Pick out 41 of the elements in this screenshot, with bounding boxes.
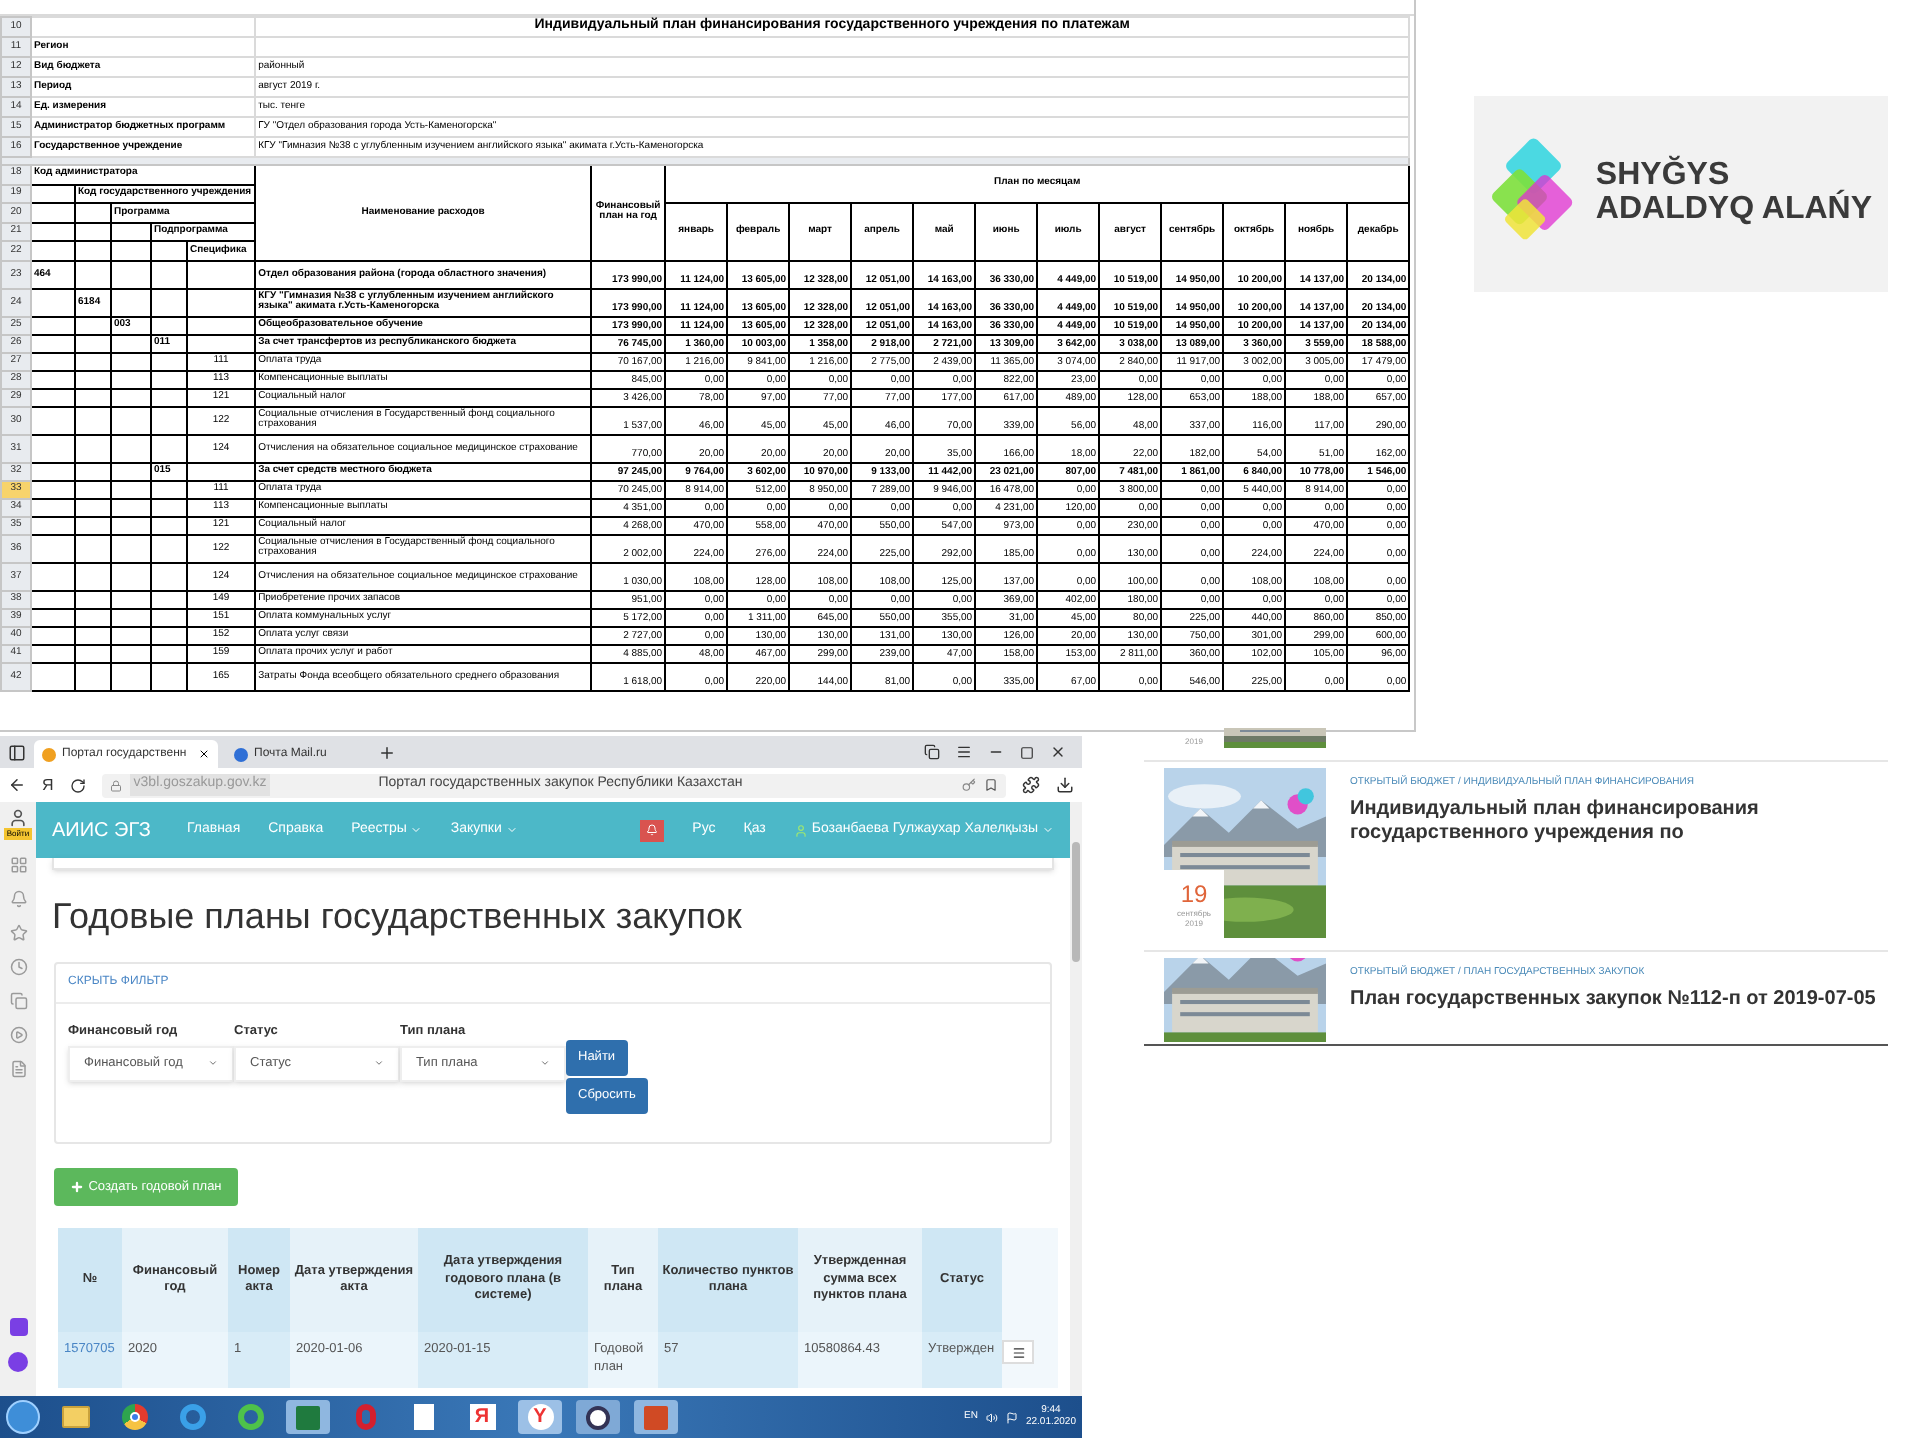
volume-icon[interactable] xyxy=(985,1411,998,1423)
maximize-icon[interactable] xyxy=(1020,745,1034,759)
menu-icon xyxy=(1011,1345,1025,1359)
date-day: 19 xyxy=(1180,881,1208,905)
caret-icon xyxy=(1042,824,1054,836)
close-icon[interactable] xyxy=(1050,744,1066,760)
logo-text: ADALDYQ ALAŃY xyxy=(1595,194,1872,228)
copy-icon[interactable] xyxy=(924,744,940,760)
scrollbar[interactable] xyxy=(1070,802,1082,1396)
caret-icon xyxy=(374,1058,384,1069)
start-button[interactable] xyxy=(6,1400,40,1434)
flag-icon[interactable] xyxy=(1005,1411,1018,1423)
menu-icon[interactable] xyxy=(956,744,972,760)
extension-icon[interactable] xyxy=(1022,776,1040,794)
caret-icon xyxy=(208,1058,218,1069)
star-icon[interactable] xyxy=(9,924,27,942)
lock-icon xyxy=(109,779,122,791)
new-tab-icon[interactable] xyxy=(378,743,396,761)
reload-icon[interactable] xyxy=(69,777,86,793)
favicon-icon xyxy=(42,747,56,761)
user-icon xyxy=(7,808,28,828)
caret-icon xyxy=(505,824,518,836)
row-menu-button[interactable] xyxy=(1002,1340,1034,1364)
download-icon[interactable] xyxy=(1056,776,1074,794)
yandex-button[interactable]: Я xyxy=(42,773,54,797)
bookmark-icon[interactable] xyxy=(984,778,998,792)
key-icon[interactable] xyxy=(962,778,976,792)
sidebar-icon[interactable] xyxy=(8,743,26,761)
logo-text: SHYĞYS xyxy=(1595,160,1732,194)
notification-button[interactable] xyxy=(640,819,665,841)
bell-icon xyxy=(646,824,659,836)
caret-icon xyxy=(410,824,423,836)
browser-icon[interactable]: Y xyxy=(518,1400,562,1434)
caret-icon xyxy=(540,1058,550,1069)
user-icon xyxy=(793,823,808,837)
back-icon[interactable] xyxy=(8,776,26,794)
page-heading: Годовые планы государственных закупок xyxy=(52,898,744,934)
news-title[interactable]: Индивидуальный план финансирования государственного учреждения по xyxy=(1350,797,1888,847)
news-title[interactable]: План государственных закупок №112-п от 2019-07-05 xyxy=(1350,987,1884,1012)
close-icon[interactable] xyxy=(198,748,210,760)
plus-icon xyxy=(70,1180,85,1194)
